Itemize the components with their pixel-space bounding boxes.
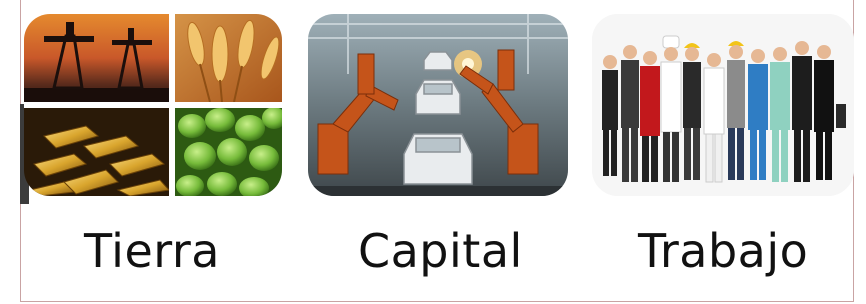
gold-bars-icon [24, 108, 170, 196]
green-olives-icon [175, 107, 282, 196]
wheat-icon [175, 14, 282, 103]
car-factory-image [308, 14, 568, 196]
oil-pumps-icon [24, 14, 169, 102]
label-capital: Capital [358, 224, 523, 278]
land-collage-image [24, 14, 282, 196]
label-tierra: Tierra [84, 224, 220, 278]
label-trabajo: Trabajo [638, 224, 809, 278]
workers-group-image [592, 14, 854, 196]
